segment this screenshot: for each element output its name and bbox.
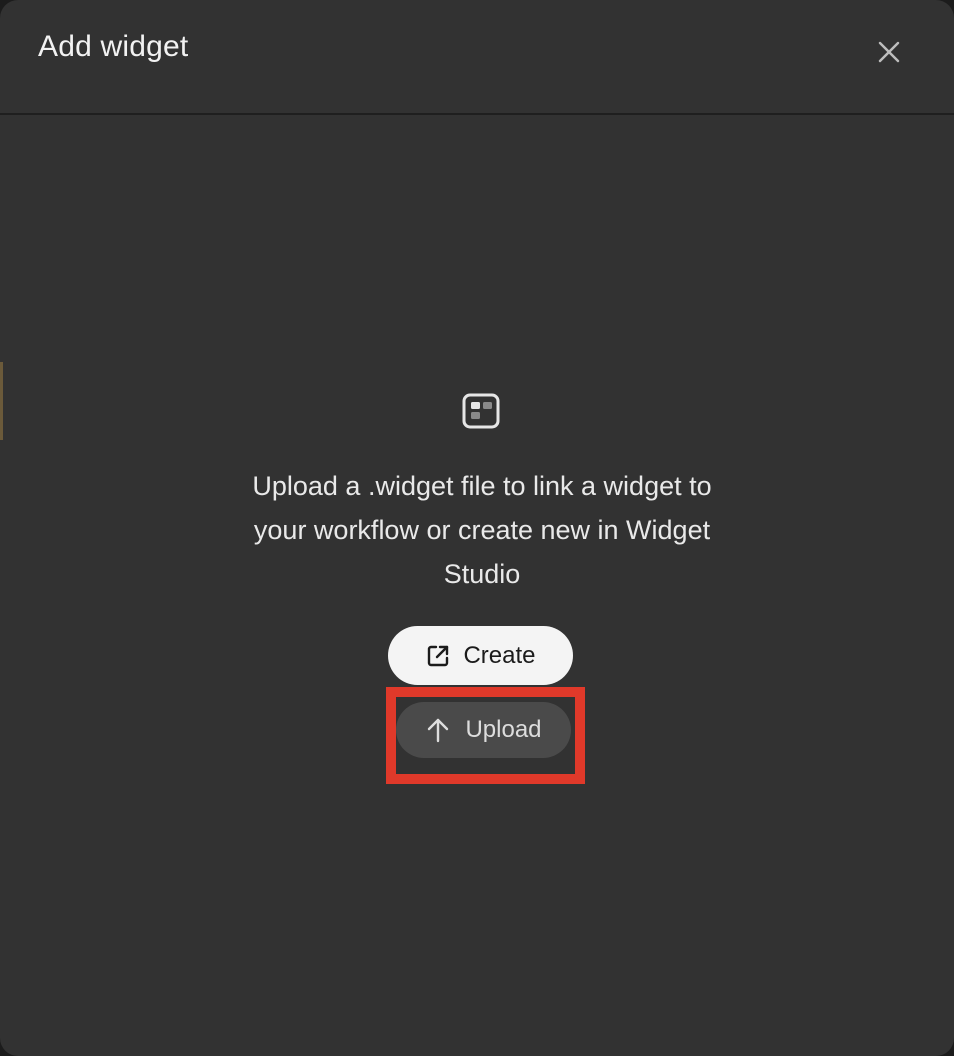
dialog-header: Add widget [0,0,954,115]
dialog-title: Add widget [38,30,189,63]
external-link-icon [425,643,451,669]
upload-button[interactable]: Upload [396,702,571,758]
close-icon [878,41,900,63]
upload-button-label: Upload [465,716,542,743]
create-button-label: Create [463,641,536,669]
create-button[interactable]: Create [388,626,573,685]
add-widget-dialog: Add widget Upload a .widget file to link… [0,0,954,1056]
close-button[interactable] [871,34,907,70]
widget-icon [462,393,500,429]
empty-state-message: Upload a .widget file to link a widget t… [252,471,712,589]
arrow-up-icon [425,716,451,744]
edge-accent [0,362,3,440]
